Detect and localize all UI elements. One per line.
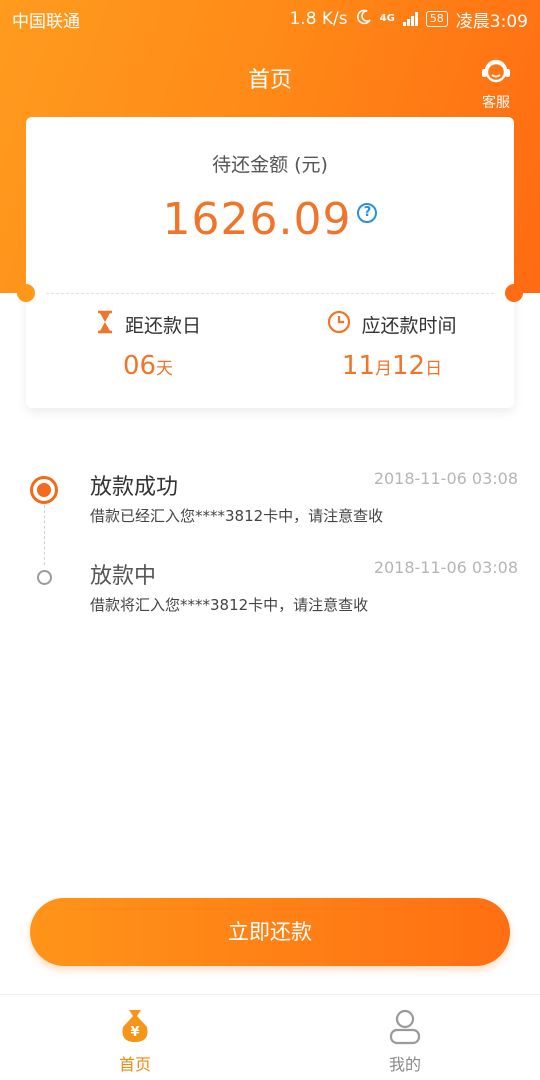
bottom-tab-bar: ¥ 首页 我的 (0, 994, 540, 1080)
clock-time: 凌晨3:09 (455, 11, 528, 32)
days-label: 距还款日 (124, 315, 201, 337)
moon-icon (356, 9, 372, 30)
money-bag-icon: ¥ (115, 1010, 155, 1049)
amount-label: 待还金额 (元) (212, 154, 328, 176)
tab-mine[interactable]: 我的 (270, 995, 540, 1080)
tab-home[interactable]: ¥ 首页 (0, 995, 270, 1080)
days-unit: 天 (156, 359, 174, 379)
svg-text:¥: ¥ (130, 1025, 139, 1040)
days-until-due: 距还款日 06天 (26, 310, 270, 381)
due-label: 应还款时间 (361, 315, 457, 337)
card-notch-right (505, 284, 523, 302)
person-icon (385, 1009, 425, 1049)
customer-service-label: 客服 (482, 95, 510, 111)
repay-now-button[interactable]: 立即还款 (30, 898, 510, 966)
timeline-time: 2018-11-06 03:08 (373, 469, 518, 488)
question-circle-icon[interactable]: ? (357, 203, 378, 223)
due-day-unit: 日 (425, 359, 443, 379)
tab-mine-label: 我的 (388, 1055, 421, 1074)
hourglass-icon (95, 310, 115, 339)
timeline-dot-active (30, 476, 58, 504)
due-month-unit: 月 (375, 359, 392, 379)
network-speed: 1.8 K/s (289, 9, 348, 29)
due-month: 11 (341, 351, 375, 381)
due-date: 应还款时间 11月12日 (270, 310, 514, 381)
customer-service-button[interactable]: 客服 (474, 58, 518, 112)
timeline-desc: 借款将汇入您****3812卡中，请注意查收 (90, 596, 369, 614)
clock-icon (327, 310, 351, 339)
signal-icon (402, 12, 418, 26)
carrier-name: 中国联通 (12, 11, 80, 32)
battery-icon: 58 (425, 11, 448, 27)
page-title: 首页 (247, 68, 292, 93)
days-value: 06 (122, 351, 157, 381)
due-day: 12 (392, 351, 426, 381)
timeline-dot-pending (37, 570, 52, 585)
timeline-connector (44, 505, 45, 565)
amount-row: 1626.09? (26, 194, 514, 245)
status-bar: 中国联通 1.8 K/s 4G 58 凌晨3:09 (0, 0, 540, 38)
timeline-title: 放款成功 (90, 475, 179, 500)
card-notch-left (17, 284, 35, 302)
headset-icon (479, 59, 513, 90)
tab-home-label: 首页 (118, 1055, 151, 1074)
timeline-title: 放款中 (90, 564, 157, 589)
card-divider (46, 293, 494, 294)
amount-value: 1626.09 (162, 194, 352, 245)
network-type: 4G (379, 13, 395, 24)
timeline-time: 2018-11-06 03:08 (373, 558, 518, 577)
timeline-desc: 借款已经汇入您****3812卡中，请注意查收 (90, 507, 384, 525)
